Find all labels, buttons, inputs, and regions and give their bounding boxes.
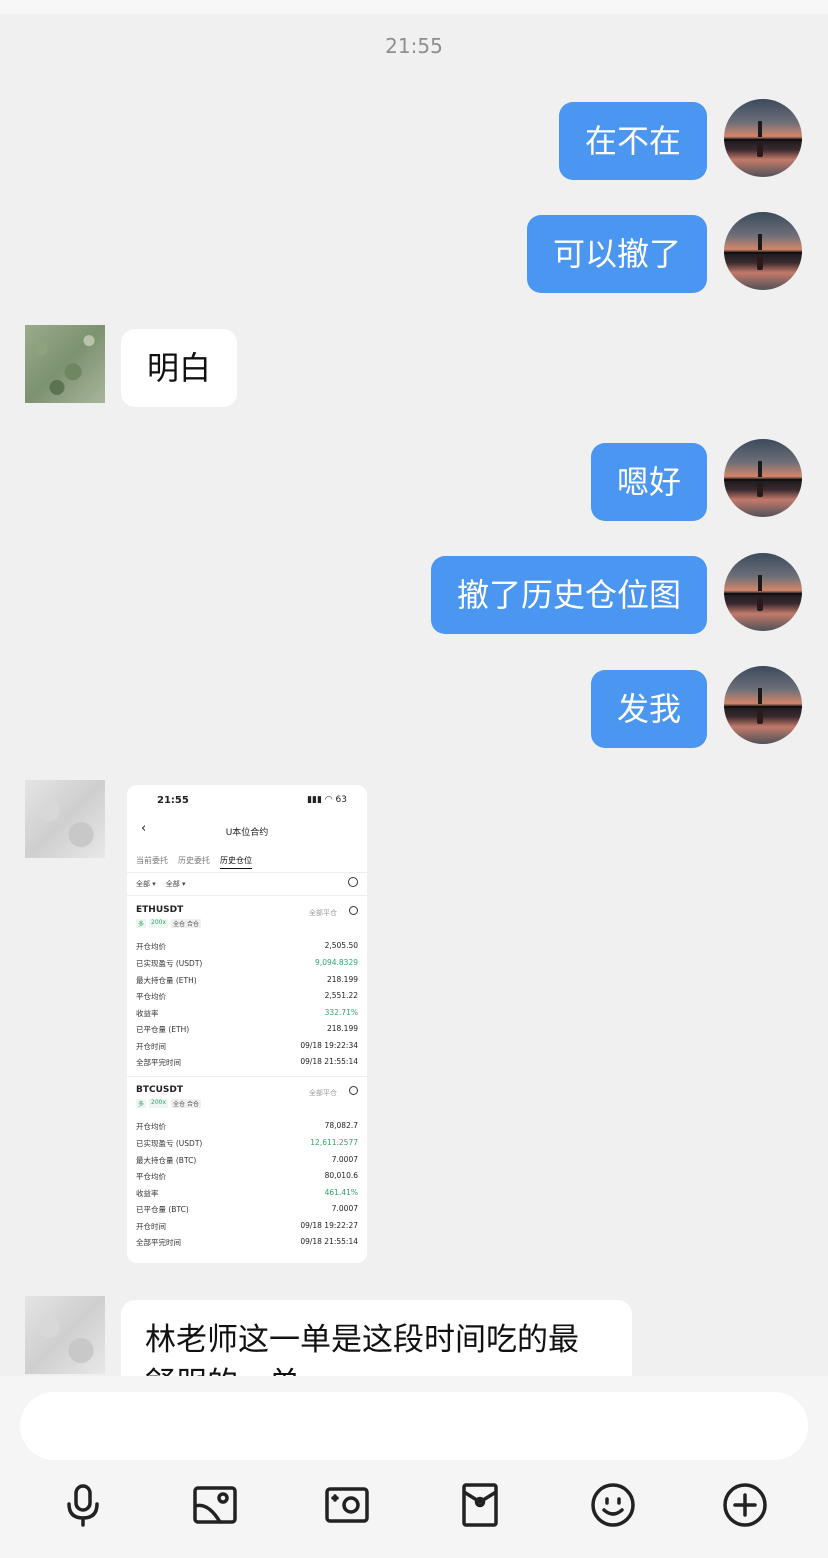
top-strip: [0, 0, 828, 14]
data-row: 开仓均价 2,505.50: [136, 941, 358, 951]
data-row: 开仓时间 09/18 19:22:34: [136, 1041, 358, 1051]
message-bubble-sent[interactable]: 撤了历史仓位图: [430, 556, 707, 634]
message-bubble-received[interactable]: 明白: [121, 329, 238, 407]
microphone-icon[interactable]: [58, 1480, 108, 1530]
screenshot-tabs: 当前委托 历史委托 历史仓位: [136, 855, 252, 869]
message-line: 林老师这一单是这段时间吃的最: [145, 1322, 579, 1358]
plus-icon[interactable]: [720, 1480, 770, 1530]
message-bubble-sent[interactable]: 嗯好: [590, 443, 707, 521]
tab-position-history: 历史仓位: [220, 855, 252, 869]
tag-margin: 全仓 合仓: [171, 1099, 201, 1108]
position-symbol: BTCUSDT: [136, 1085, 184, 1095]
data-row: 平仓均价 80,010.6: [136, 1171, 358, 1181]
message-bubble-sent[interactable]: 在不在: [558, 102, 707, 180]
data-row: 平仓均价 2,551.22: [136, 991, 358, 1001]
contact-avatar[interactable]: [25, 1296, 105, 1374]
message-input[interactable]: [20, 1392, 808, 1460]
share-icon: [349, 1086, 358, 1095]
tab-current-orders: 当前委托: [136, 856, 168, 865]
filter-all: 全部 ▾: [136, 880, 156, 888]
my-avatar[interactable]: [724, 212, 802, 290]
share-icon: [349, 906, 358, 915]
tag-margin: 全仓 合仓: [171, 919, 201, 928]
data-row: 收益率 332.71%: [136, 1008, 358, 1018]
my-avatar[interactable]: [724, 666, 802, 744]
data-row: 已平仓量 (ETH) 218.199: [136, 1024, 358, 1034]
my-avatar[interactable]: [724, 553, 802, 631]
position-status: 全部平仓: [309, 909, 337, 917]
screenshot-filters: 全部 ▾ 全部 ▾: [136, 879, 186, 889]
data-row: 全部平完时间 09/18 21:55:14: [136, 1057, 358, 1067]
data-row: 已平仓量 (BTC) 7.0007: [136, 1204, 358, 1214]
data-row: 已实现盈亏 (USDT) 12,611.2577: [136, 1138, 358, 1148]
emoji-icon[interactable]: [588, 1480, 638, 1530]
tab-order-history: 历史委托: [178, 856, 210, 865]
my-avatar[interactable]: [724, 99, 802, 177]
chat-input-area: [0, 1376, 828, 1558]
data-row: 已实现盈亏 (USDT) 9,094.8329: [136, 958, 358, 968]
position-tags: 多 200x 全仓 合仓: [136, 919, 201, 928]
status-icons: ▮▮▮ ◠ 63: [307, 795, 347, 805]
data-row: 开仓时间 09/18 19:22:27: [136, 1221, 358, 1231]
message-bubble-sent[interactable]: 可以撤了: [526, 215, 707, 293]
filter-all: 全部 ▾: [165, 880, 186, 888]
data-row: 最大持仓量 (BTC) 7.0007: [136, 1155, 358, 1165]
data-row: 收益率 461.41%: [136, 1188, 358, 1198]
data-row: 全部平完时间 09/18 21:55:14: [136, 1237, 358, 1247]
tag-leverage: 200x: [149, 1099, 169, 1108]
camera-icon[interactable]: [322, 1480, 372, 1530]
status-time: 21:55: [157, 795, 189, 806]
position-tags: 多 200x 全仓 合仓: [136, 1099, 201, 1108]
message-timestamp: 21:55: [385, 34, 443, 58]
tag-leverage: 200x: [149, 919, 169, 928]
message-bubble-sent[interactable]: 发我: [590, 670, 707, 748]
position-status: 全部平仓: [309, 1089, 337, 1097]
red-packet-icon[interactable]: [455, 1480, 505, 1530]
contact-avatar[interactable]: [25, 780, 105, 858]
data-row: 开仓均价 78,082.7: [136, 1121, 358, 1131]
contact-avatar[interactable]: [25, 325, 105, 403]
tag-long: 多: [136, 919, 147, 928]
position-symbol: ETHUSDT: [136, 905, 184, 915]
image-message-screenshot[interactable]: 21:55 ▮▮▮ ◠ 63 ‹ U本位合约 当前委托 历史委托 历史仓位 全部…: [127, 785, 367, 1263]
tag-long: 多: [136, 1099, 147, 1108]
photo-icon[interactable]: [190, 1480, 240, 1530]
screenshot-title: U本位合约: [225, 828, 269, 838]
clock-icon: [348, 877, 358, 887]
data-row: 最大持仓量 (ETH) 218.199: [136, 975, 358, 985]
my-avatar[interactable]: [724, 439, 802, 517]
